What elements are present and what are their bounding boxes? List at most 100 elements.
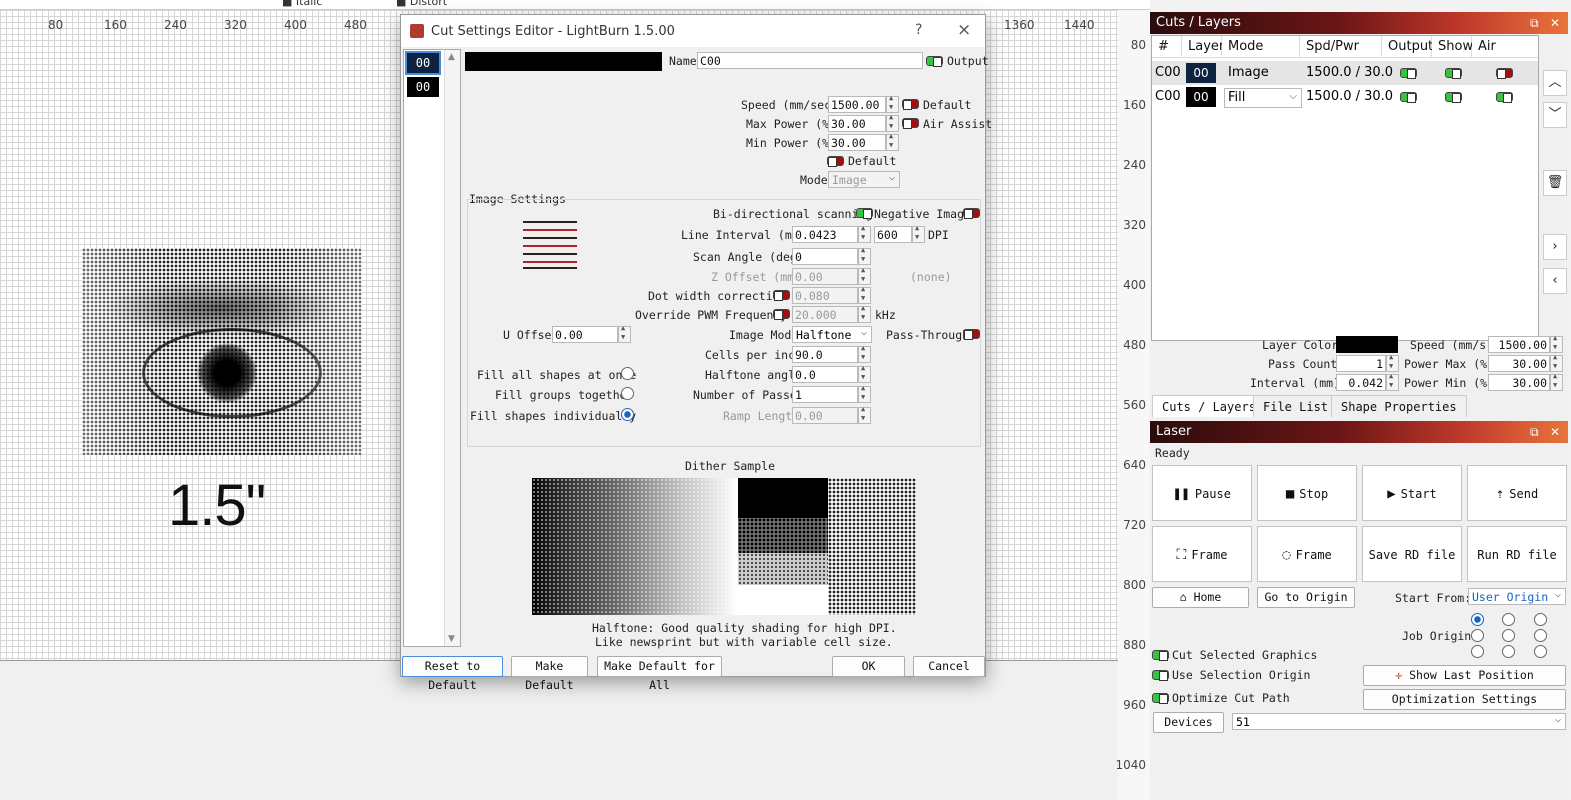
pass-count-input[interactable]: 1 bbox=[1336, 355, 1386, 372]
speed-default-toggle[interactable] bbox=[902, 99, 919, 110]
pwm-toggle[interactable] bbox=[773, 309, 790, 320]
job-origin-bottom-left[interactable] bbox=[1471, 645, 1484, 658]
scan-angle-input[interactable]: 0 bbox=[792, 248, 858, 265]
column-header[interactable]: Air bbox=[1472, 36, 1538, 58]
output-toggle[interactable] bbox=[1400, 68, 1417, 79]
show-last-position-button[interactable]: ✛ Show Last Position bbox=[1363, 665, 1566, 686]
italic-toggle[interactable]: ■ Italic bbox=[282, 0, 322, 8]
pass-through-toggle[interactable] bbox=[963, 329, 980, 340]
dialog-title-bar[interactable]: Cut Settings Editor - LightBurn 1.5.00 ?… bbox=[401, 15, 985, 47]
halftone-angle-stepper[interactable] bbox=[858, 364, 871, 383]
layer-list-item[interactable]: 00 bbox=[405, 51, 441, 75]
distort-toggle[interactable]: ■ Distort bbox=[396, 0, 447, 8]
speed-input[interactable]: 1500.00 bbox=[1488, 336, 1550, 353]
reset-to-default-button[interactable]: Reset to Default bbox=[402, 656, 503, 692]
job-origin-center[interactable] bbox=[1502, 629, 1515, 642]
use-selection-origin-toggle[interactable] bbox=[1152, 670, 1169, 681]
column-header[interactable]: Mode bbox=[1222, 36, 1300, 58]
frame-button[interactable]: ⛶ Frame bbox=[1152, 526, 1252, 582]
table-row[interactable]: C00 00 Image 1500.0 / 30.0 bbox=[1152, 61, 1538, 85]
negative-image-toggle[interactable] bbox=[963, 208, 980, 219]
make-default-all-button[interactable]: Make Default for All bbox=[597, 656, 722, 692]
undock-icon[interactable]: ⧉ bbox=[1530, 12, 1539, 34]
chevron-left-icon[interactable]: ‹ bbox=[1543, 268, 1567, 294]
job-origin-middle-left[interactable] bbox=[1471, 629, 1484, 642]
max-power-input[interactable]: 30.00 bbox=[828, 115, 886, 132]
scan-angle-stepper[interactable] bbox=[858, 246, 871, 265]
interval-stepper[interactable] bbox=[1386, 372, 1399, 391]
scroll-down-icon[interactable]: ▼ bbox=[448, 634, 455, 644]
dpi-input[interactable]: 600 bbox=[874, 226, 912, 243]
layer-color-swatch[interactable] bbox=[1336, 336, 1398, 353]
tab-cuts-layers[interactable]: Cuts / Layers bbox=[1152, 395, 1266, 417]
close-icon[interactable]: × bbox=[957, 20, 971, 40]
power-max-stepper[interactable] bbox=[1550, 353, 1563, 372]
frame-circle-button[interactable]: ◌ Frame bbox=[1257, 526, 1357, 582]
close-icon[interactable]: ✕ bbox=[1550, 12, 1560, 34]
layer-chip[interactable]: 00 bbox=[1186, 87, 1216, 107]
fill-individually-radio[interactable] bbox=[621, 408, 634, 421]
line-interval-input[interactable]: 0.0423 bbox=[792, 226, 858, 243]
table-row[interactable]: C00 00 Fill ⌵ 1500.0 / 30.0 bbox=[1152, 85, 1538, 109]
dot-width-stepper[interactable] bbox=[858, 285, 871, 304]
job-origin-top-center[interactable] bbox=[1502, 613, 1515, 626]
column-header[interactable]: Spd/Pwr bbox=[1300, 36, 1382, 58]
dot-width-input[interactable]: 0.080 bbox=[792, 287, 858, 304]
column-header[interactable]: Show bbox=[1432, 36, 1473, 58]
power-default-toggle[interactable] bbox=[827, 156, 844, 167]
save-rd-button[interactable]: Save RD file bbox=[1362, 526, 1462, 582]
power-min-stepper[interactable] bbox=[1550, 372, 1563, 391]
z-offset-stepper[interactable] bbox=[858, 266, 871, 285]
optimization-settings-button[interactable]: Optimization Settings bbox=[1363, 689, 1566, 710]
pass-count-stepper[interactable] bbox=[1386, 353, 1399, 372]
passes-stepper[interactable] bbox=[858, 384, 871, 403]
fill-all-radio[interactable] bbox=[621, 367, 634, 380]
stop-button[interactable]: ■ Stop bbox=[1257, 465, 1357, 521]
run-rd-button[interactable]: Run RD file bbox=[1467, 526, 1567, 582]
layer-list-scrollbar[interactable]: ▲ ▼ bbox=[444, 50, 460, 646]
optimize-cut-path-toggle[interactable] bbox=[1152, 693, 1169, 704]
cut-selected-toggle[interactable] bbox=[1152, 650, 1169, 661]
scroll-up-icon[interactable]: ▲ bbox=[448, 52, 455, 62]
column-header[interactable]: # bbox=[1152, 36, 1182, 58]
fill-groups-radio[interactable] bbox=[621, 387, 634, 400]
pwm-input[interactable]: 20.000 bbox=[792, 306, 858, 323]
cells-per-inch-stepper[interactable] bbox=[858, 344, 871, 363]
move-down-icon[interactable]: ﹀ bbox=[1543, 102, 1567, 128]
air-assist-toggle[interactable] bbox=[902, 118, 919, 129]
speed-stepper[interactable] bbox=[886, 94, 899, 113]
job-origin-bottom-right[interactable] bbox=[1534, 645, 1547, 658]
job-origin-bottom-center[interactable] bbox=[1502, 645, 1515, 658]
ramp-length-input[interactable]: 0.00 bbox=[792, 407, 858, 424]
z-offset-input[interactable]: 0.00 bbox=[792, 268, 858, 285]
interval-input[interactable]: 0.042 bbox=[1336, 374, 1386, 391]
min-power-input[interactable]: 30.00 bbox=[828, 134, 886, 151]
show-toggle[interactable] bbox=[1445, 92, 1462, 103]
speed-input[interactable]: 1500.00 bbox=[828, 96, 886, 113]
job-origin-top-left[interactable] bbox=[1471, 613, 1484, 626]
go-to-origin-button[interactable]: Go to Origin bbox=[1257, 587, 1355, 608]
mode-select[interactable]: Image ⌵ bbox=[828, 171, 900, 188]
dot-width-toggle[interactable] bbox=[773, 290, 790, 301]
image-mode-select[interactable]: Halftone ⌵ bbox=[792, 326, 872, 343]
output-toggle[interactable] bbox=[926, 56, 943, 67]
output-toggle[interactable] bbox=[1400, 92, 1417, 103]
mode-select[interactable]: Fill ⌵ bbox=[1224, 88, 1302, 108]
home-button[interactable]: ⌂ Home bbox=[1152, 587, 1249, 608]
chevron-right-icon[interactable]: › bbox=[1543, 234, 1567, 260]
job-origin-top-right[interactable] bbox=[1534, 613, 1547, 626]
speed-stepper[interactable] bbox=[1550, 334, 1563, 353]
ok-button[interactable]: OK bbox=[832, 656, 905, 677]
halftone-angle-input[interactable]: 0.0 bbox=[792, 366, 858, 383]
name-input[interactable]: C00 bbox=[697, 52, 923, 69]
cancel-button[interactable]: Cancel bbox=[913, 656, 985, 677]
bidir-toggle[interactable] bbox=[856, 208, 873, 219]
make-default-button[interactable]: Make Default bbox=[511, 656, 588, 692]
devices-button[interactable]: Devices bbox=[1153, 712, 1224, 733]
device-select[interactable]: 51 ⌵ bbox=[1232, 713, 1566, 730]
cells-per-inch-input[interactable]: 90.0 bbox=[792, 346, 858, 363]
power-max-input[interactable]: 30.00 bbox=[1488, 355, 1550, 372]
air-toggle[interactable] bbox=[1496, 92, 1513, 103]
u-offset-input[interactable]: 0.00 bbox=[552, 326, 618, 343]
tab-file-list[interactable]: File List bbox=[1253, 395, 1339, 417]
